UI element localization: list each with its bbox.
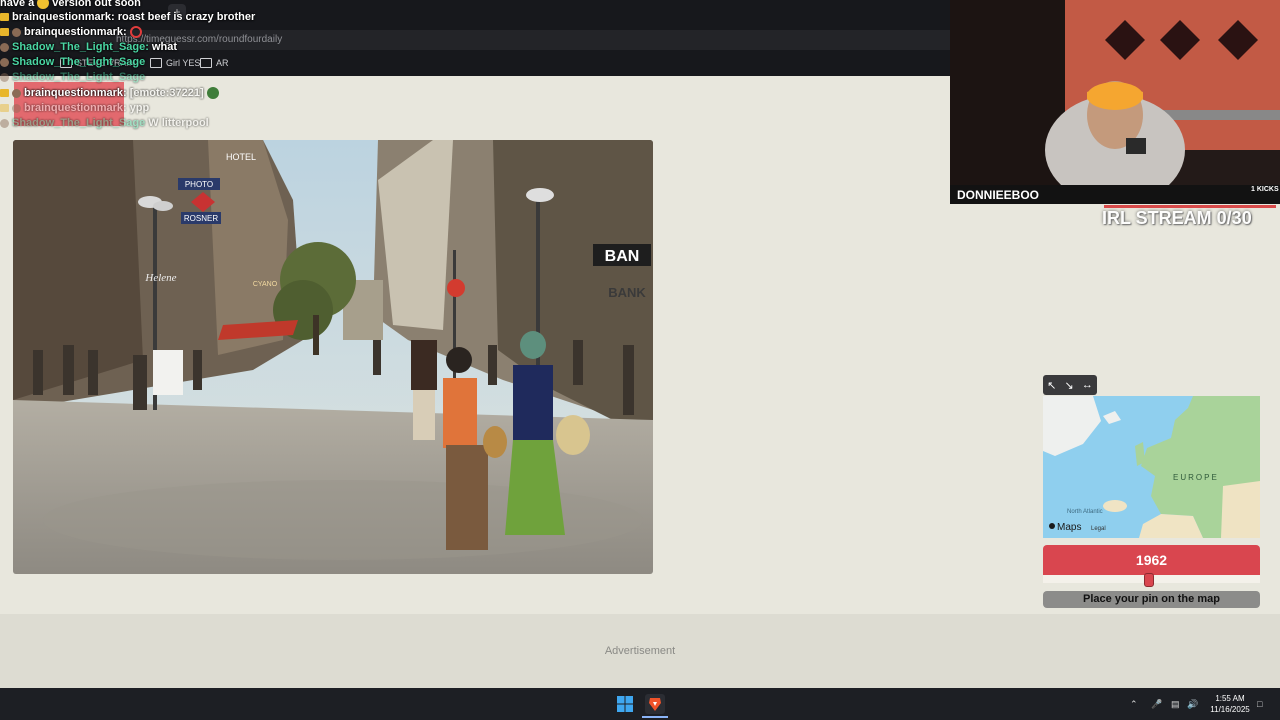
network-icon[interactable]: ▤ <box>1171 699 1180 710</box>
chat-text: W litterpool <box>148 117 209 129</box>
chat-username[interactable]: brainquestionmark: <box>12 11 115 23</box>
emoji-icon <box>37 0 50 9</box>
expand-nw-icon[interactable]: ↖ <box>1047 379 1056 392</box>
bookmark-label: Girl YES <box>166 58 201 68</box>
sign-ban: BAN <box>605 248 640 265</box>
streamer-name: DONNIEEBOO <box>957 188 1040 202</box>
chat-message: Shadow_The_Light_Sage W litterpool <box>0 117 209 129</box>
apple-logo-icon <box>1049 523 1055 529</box>
chat-message: Shadow_The_Light_Sage: what <box>0 41 177 53</box>
clock-time: 1:55 AM <box>1215 694 1245 703</box>
chat-message: brainquestionmark: ypp <box>0 102 149 114</box>
sign-helene: Helene <box>144 272 176 284</box>
webcam-feed <box>950 0 1280 204</box>
sign-photo: PHOTO <box>185 180 213 189</box>
chat-message: brainquestionmark: roast beef is crazy b… <box>0 11 255 23</box>
sign-hotel: HOTEL <box>226 152 256 162</box>
expand-se-icon[interactable]: ↘ <box>1065 379 1074 392</box>
folder-icon <box>150 58 162 68</box>
frog-emote-icon <box>206 87 219 99</box>
streamer-video-image <box>950 0 1280 204</box>
chat-message: brainquestionmark: [emote:37221] <box>0 87 219 99</box>
sign-rosner: ROSNER <box>184 214 218 223</box>
notification-icon[interactable]: □ <box>1257 699 1262 709</box>
chat-text: ypp <box>129 102 150 114</box>
sign-cyano: CYANO <box>253 281 278 288</box>
chat-message: Shadow_The_Light_Sage <box>0 56 145 68</box>
street-scene-image: PHOTO ROSNER HOTEL BAN BANK CYANO Helene <box>13 140 653 574</box>
avatar-icon <box>12 103 21 113</box>
bookmark-label: AR <box>216 58 229 68</box>
chat-text: roast beef is crazy brother <box>117 11 256 23</box>
chat-username[interactable]: brainquestionmark: <box>24 102 127 114</box>
expand-horizontal-icon[interactable]: ↔ <box>1082 379 1093 391</box>
volume-icon[interactable]: 🔊 <box>1187 699 1198 710</box>
stream-goal: IRL STREAM 0/30 <box>1102 208 1252 228</box>
microphone-icon[interactable]: 🎤 <box>1151 699 1162 710</box>
crown-badge-icon <box>0 28 9 36</box>
crown-badge-icon <box>0 13 9 21</box>
windows-start-icon[interactable] <box>617 696 633 712</box>
taskbar-clock[interactable]: 1:55 AM 11/16/2025 <box>1200 693 1260 715</box>
chat-text: what <box>151 41 177 53</box>
ring-emote-icon <box>129 26 142 38</box>
chat-message: brainquestionmark: <box>0 26 142 38</box>
map-legal-link[interactable]: Legal <box>1091 526 1106 532</box>
sign-bank: BANK <box>608 285 646 300</box>
brave-browser-icon[interactable] <box>645 694 665 714</box>
windows-taskbar <box>0 688 1280 720</box>
clock-date: 11/16/2025 <box>1210 705 1250 714</box>
folder-icon <box>200 58 212 68</box>
active-app-indicator <box>642 716 668 718</box>
guess-photo: PHOTO ROSNER HOTEL BAN BANK CYANO Helene <box>13 140 653 574</box>
map-label-europe: EUROPE <box>1173 473 1219 482</box>
crown-badge-icon <box>0 104 9 112</box>
chat-username[interactable]: brainquestionmark: <box>24 87 127 99</box>
chat-username[interactable]: Shadow_The_Light_Sage: <box>12 41 149 53</box>
avatar-icon <box>0 42 9 52</box>
map-provider: Maps <box>1057 522 1081 533</box>
year-value: 1962 <box>1135 552 1168 568</box>
avatar-icon <box>12 88 21 98</box>
bookmark-ar[interactable]: AR <box>200 58 229 68</box>
chat-username[interactable]: Shadow_The_Light_Sage <box>12 117 145 129</box>
chevron-up-icon[interactable]: ⌃ <box>1130 699 1138 710</box>
chat-username[interactable]: brainquestionmark: <box>24 26 127 38</box>
avatar-icon <box>0 118 9 128</box>
chat-message: Shadow_The_Light_Sage <box>0 71 145 83</box>
year-slider-handle[interactable] <box>1144 573 1155 587</box>
world-map[interactable]: EUROPE North Atlantic Maps Legal <box>1043 396 1260 538</box>
kicks-counter: 1 KICKS <box>1251 186 1279 193</box>
chat-username[interactable]: Shadow_The_Light_Sage <box>12 56 145 68</box>
chat-username[interactable]: Shadow_The_Light_Sage <box>12 71 145 83</box>
chat-text: version out soon <box>52 0 141 9</box>
map-label-atlantic: North Atlantic <box>1067 509 1103 515</box>
map-image: EUROPE North Atlantic Maps Legal <box>1043 396 1260 538</box>
crown-badge-icon <box>0 89 9 97</box>
chat-message: have a version out soon <box>0 0 141 9</box>
advertisement-label: Advertisement <box>604 645 676 657</box>
avatar-icon <box>12 27 21 37</box>
bookmark-girl-yes[interactable]: Girl YES <box>150 58 200 68</box>
map-controls: ↖ ↘ ↔ <box>1043 375 1097 395</box>
chat-text: have a <box>0 0 35 9</box>
chat-text: [emote:37221] <box>129 87 204 99</box>
avatar-icon <box>0 72 9 82</box>
avatar-icon <box>0 57 9 67</box>
place-pin-button[interactable]: Place your pin on the map <box>1043 591 1260 608</box>
